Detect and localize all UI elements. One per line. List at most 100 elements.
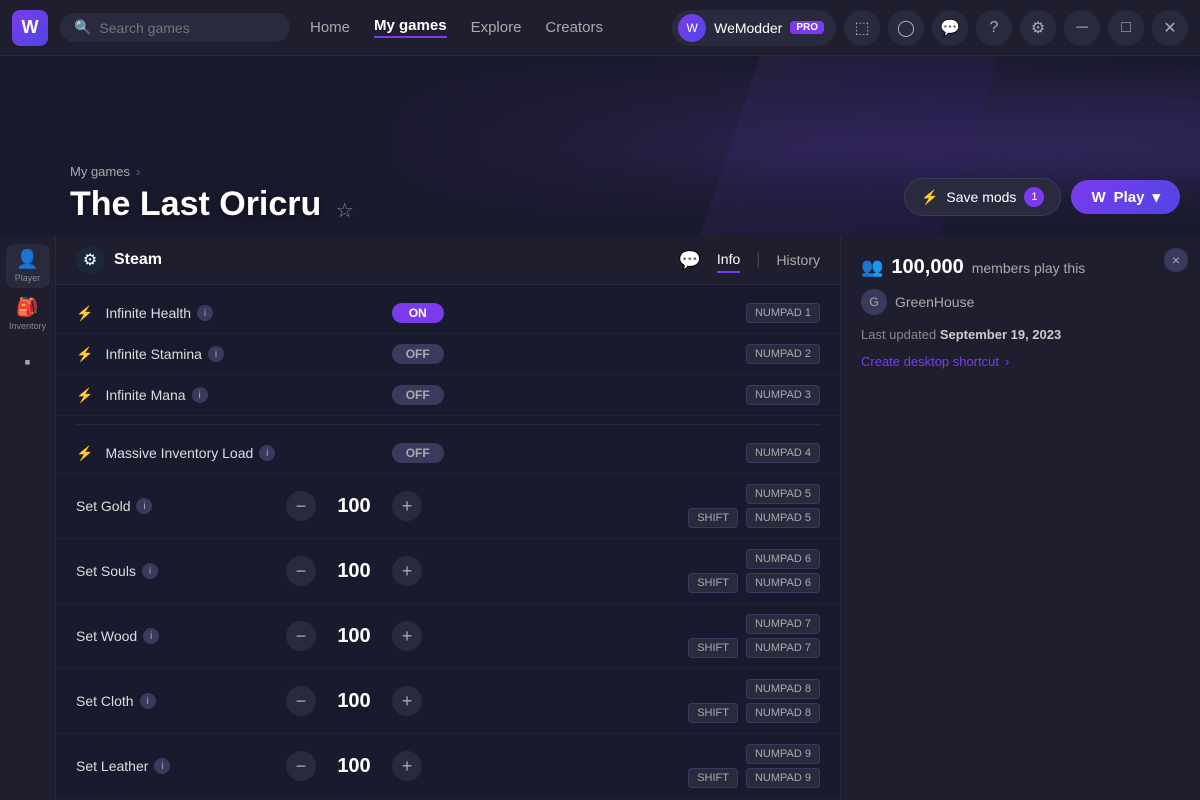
keybind-numpad7-shift[interactable]: NUMPAD 7 <box>746 638 820 658</box>
user-badge[interactable]: W WeModder PRO <box>672 10 836 46</box>
save-mods-button[interactable]: ⚡ Save mods 1 <box>904 178 1061 216</box>
keybind-numpad5[interactable]: NUMPAD 5 <box>746 484 820 504</box>
circle-icon-button[interactable]: ◯ <box>888 10 924 46</box>
keybind-numpad3[interactable]: NUMPAD 3 <box>746 385 820 405</box>
mod-label: Infinite Health <box>105 305 191 321</box>
creator-avatar: G <box>861 289 887 315</box>
keybind-shift[interactable]: SHIFT <box>688 508 738 528</box>
sidebar-inventory-label: Inventory <box>9 321 46 331</box>
copy-icon-button[interactable]: ⬚ <box>844 10 880 46</box>
keybind-row: NUMPAD 5 SHIFT NUMPAD 5 <box>640 484 820 528</box>
members-count: 100,000 <box>891 256 963 279</box>
decrease-set-gold[interactable]: − <box>286 491 316 521</box>
main-content: 👤 Player 🎒 Inventory ▪ ⚙ Steam 💬 Info <box>0 236 1200 800</box>
keybind-numpad2[interactable]: NUMPAD 2 <box>746 344 820 364</box>
mod-label: Set Cloth <box>76 693 134 709</box>
keybind-numpad6[interactable]: NUMPAD 6 <box>746 549 820 569</box>
increase-set-gold[interactable]: + <box>392 491 422 521</box>
mod-info-icon[interactable]: i <box>136 498 152 514</box>
nav-home[interactable]: Home <box>310 19 350 36</box>
minimize-button[interactable]: ─ <box>1064 10 1100 46</box>
toggle-infinite-mana[interactable]: OFF <box>392 385 444 405</box>
mod-bolt-icon: ⚡ <box>76 346 93 363</box>
maximize-button[interactable]: □ <box>1108 10 1144 46</box>
increase-set-leather[interactable]: + <box>392 751 422 781</box>
mod-name-infinite-health: Infinite Health i <box>105 305 379 321</box>
mod-info-icon[interactable]: i <box>143 628 159 644</box>
breadcrumb-parent[interactable]: My games <box>70 164 130 179</box>
mod-bolt-icon: ⚡ <box>76 305 93 322</box>
discord-icon-button[interactable]: 💬 <box>932 10 968 46</box>
app-logo[interactable]: W <box>12 10 48 46</box>
increase-set-cloth[interactable]: + <box>392 686 422 716</box>
keybind-numpad1[interactable]: NUMPAD 1 <box>746 303 820 323</box>
mod-info-icon[interactable]: i <box>259 445 275 461</box>
create-shortcut-button[interactable]: Create desktop shortcut › <box>861 354 1180 369</box>
mod-info-icon[interactable]: i <box>192 387 208 403</box>
mod-bolt-icon: ⚡ <box>76 387 93 404</box>
play-label: Play <box>1114 189 1145 206</box>
toggle-infinite-health[interactable]: ON <box>392 303 444 323</box>
nav-links: Home My games Explore Creators <box>310 17 660 38</box>
sidebar-item-inventory[interactable]: 🎒 Inventory <box>6 292 50 336</box>
toggle-infinite-stamina[interactable]: OFF <box>392 344 444 364</box>
sidebar-item-player[interactable]: 👤 Player <box>6 244 50 288</box>
keybind-numpad9-shift[interactable]: NUMPAD 9 <box>746 768 820 788</box>
increase-set-wood[interactable]: + <box>392 621 422 651</box>
creator-row: G GreenHouse <box>861 289 1180 315</box>
platform-row: ⚙ Steam 💬 Info | History <box>56 236 840 285</box>
mod-stepper-set-leather: Set Leather i − 100 + NUMPAD 9 SHIFT NUM… <box>56 734 840 799</box>
info-panel: × 👥 100,000 members play this G GreenHou… <box>840 236 1200 800</box>
shortcut-arrow-icon: › <box>1005 354 1009 369</box>
mods-panel: ⚙ Steam 💬 Info | History ⚡ Infinite Heal… <box>56 236 840 800</box>
nav-explore[interactable]: Explore <box>471 19 522 36</box>
nav-creators[interactable]: Creators <box>545 19 603 36</box>
favorite-icon[interactable]: ☆ <box>336 200 354 222</box>
tab-info[interactable]: Info <box>717 247 740 273</box>
info-close-button[interactable]: × <box>1164 248 1188 272</box>
settings-icon-button[interactable]: ⚙ <box>1020 10 1056 46</box>
mod-info-icon[interactable]: i <box>142 563 158 579</box>
play-button[interactable]: W Play ▾ <box>1071 180 1180 214</box>
mod-name-set-souls: Set Souls i <box>76 563 278 579</box>
decrease-set-wood[interactable]: − <box>286 621 316 651</box>
toggle-massive-inventory[interactable]: OFF <box>392 443 444 463</box>
keybind-row: NUMPAD 1 <box>742 303 820 323</box>
keybind-numpad8[interactable]: NUMPAD 8 <box>746 679 820 699</box>
keybind-numpad8-shift[interactable]: NUMPAD 8 <box>746 703 820 723</box>
members-icon: 👥 <box>861 257 883 278</box>
mod-name-set-gold: Set Gold i <box>76 498 278 514</box>
bolt-icon: ⚡ <box>921 189 938 206</box>
keybind-shift[interactable]: SHIFT <box>688 573 738 593</box>
decrease-set-leather[interactable]: − <box>286 751 316 781</box>
play-chevron-icon: ▾ <box>1152 188 1160 206</box>
other-icon: ▪ <box>24 352 30 373</box>
breadcrumb: My games › <box>70 164 1200 179</box>
keybind-row: NUMPAD 8 SHIFT NUMPAD 8 <box>640 679 820 723</box>
hero: My games › The Last Oricru ☆ ⚡ Save mods… <box>0 56 1200 236</box>
chat-icon[interactable]: 💬 <box>679 250 701 271</box>
keybind-shift[interactable]: SHIFT <box>688 703 738 723</box>
search-bar: 🔍 <box>60 13 290 42</box>
nav-my-games[interactable]: My games <box>374 17 447 38</box>
close-button[interactable]: ✕ <box>1152 10 1188 46</box>
sidebar-item-other[interactable]: ▪ <box>6 340 50 384</box>
tab-history[interactable]: History <box>776 248 820 272</box>
keybind-numpad4[interactable]: NUMPAD 4 <box>746 443 820 463</box>
decrease-set-souls[interactable]: − <box>286 556 316 586</box>
mod-info-icon[interactable]: i <box>197 305 213 321</box>
keybind-shift[interactable]: SHIFT <box>688 638 738 658</box>
increase-set-souls[interactable]: + <box>392 556 422 586</box>
keybind-numpad6-shift[interactable]: NUMPAD 6 <box>746 573 820 593</box>
search-input[interactable] <box>99 20 276 36</box>
mod-label: Set Gold <box>76 498 130 514</box>
keybind-shift[interactable]: SHIFT <box>688 768 738 788</box>
mod-info-icon[interactable]: i <box>154 758 170 774</box>
help-icon-button[interactable]: ? <box>976 10 1012 46</box>
mod-info-icon[interactable]: i <box>140 693 156 709</box>
keybind-numpad9[interactable]: NUMPAD 9 <box>746 744 820 764</box>
decrease-set-cloth[interactable]: − <box>286 686 316 716</box>
mod-info-icon[interactable]: i <box>208 346 224 362</box>
keybind-numpad5-shift[interactable]: NUMPAD 5 <box>746 508 820 528</box>
keybind-numpad7[interactable]: NUMPAD 7 <box>746 614 820 634</box>
